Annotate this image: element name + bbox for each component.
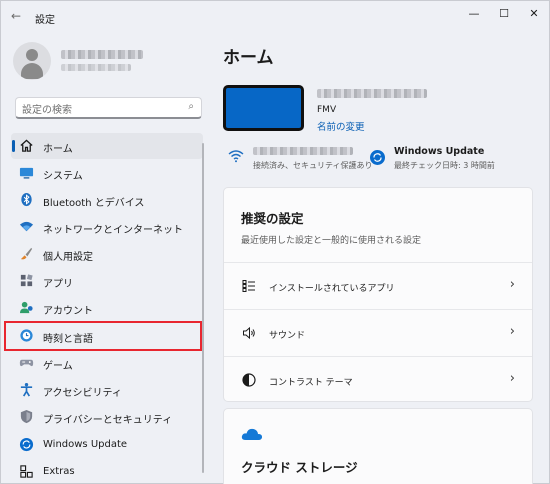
sidebar-item-apps[interactable]: アプリ [11, 268, 203, 294]
sidebar-item-label: アカウント [43, 306, 93, 317]
sidebar-item-label: システム [43, 171, 83, 182]
avatar-body-shape [21, 63, 43, 79]
windows-update-status-icon [370, 150, 385, 165]
home-icon [20, 139, 33, 152]
rec-row-label: インストールされているアプリ [269, 284, 395, 294]
sidebar-item-label: 個人用設定 [43, 252, 93, 263]
cloud-storage-title: クラウド ストレージ [241, 460, 358, 475]
sidebar-item-label: Bluetooth とデバイス [43, 198, 145, 209]
bluetooth-icon [21, 192, 32, 207]
title-bar: ← 設定 — ☐ ✕ [1, 1, 549, 33]
close-button[interactable]: ✕ [519, 5, 549, 25]
extras-icon [20, 465, 33, 478]
chevron-right-icon: › [509, 371, 515, 386]
maximize-button[interactable]: ☐ [489, 5, 519, 25]
cloud-storage-card: クラウド ストレージ [223, 408, 533, 484]
sidebar-item-label: ゲーム [43, 361, 73, 372]
rec-row-label: コントラスト テーマ [269, 378, 353, 388]
windows-update-icon [19, 437, 34, 452]
search-icon[interactable]: ⌕ [188, 101, 194, 112]
network-status: 接続済み、セキュリティ保護あり [253, 161, 373, 170]
account-icon [19, 301, 33, 314]
sidebar-item-label: Windows Update [43, 439, 128, 450]
installed-apps-icon [242, 280, 255, 292]
sidebar-item-home[interactable]: ホーム [11, 133, 203, 159]
sidebar-item-label: Extras [43, 466, 75, 477]
sidebar-item-personalization[interactable]: 個人用設定 [11, 241, 203, 267]
avatar-head-shape [26, 49, 38, 61]
sidebar-item-gaming[interactable]: ゲーム [11, 350, 203, 376]
sidebar-item-label: ネットワークとインターネット [43, 225, 183, 236]
recommended-title: 推奨の設定 [241, 211, 304, 226]
avatar[interactable] [13, 42, 51, 80]
sidebar-item-label: ホーム [43, 144, 73, 155]
recommended-subtitle: 最近使用した設定と一般的に使用される設定 [241, 236, 422, 246]
paintbrush-icon [20, 247, 33, 260]
device-name-redacted [317, 89, 427, 98]
highlight-annotation-box [4, 321, 202, 351]
wifi-network-icon [19, 221, 34, 232]
app-title: 設定 [35, 15, 55, 26]
search-input[interactable] [16, 101, 176, 120]
device-model: FMV [317, 105, 337, 115]
device-thumbnail [223, 85, 304, 131]
speaker-icon [243, 326, 255, 340]
minimize-button[interactable]: — [459, 5, 489, 25]
rec-row-installed-apps[interactable]: インストールされているアプリ › [224, 262, 532, 309]
sidebar-item-bluetooth[interactable]: Bluetooth とデバイス [11, 187, 203, 213]
accessibility-icon [20, 382, 33, 397]
apps-icon [20, 274, 33, 287]
rec-row-contrast-themes[interactable]: コントラスト テーマ › [224, 356, 532, 403]
settings-window: ← 設定 — ☐ ✕ ⌕ ホーム システム Bluetooth と [0, 0, 550, 484]
active-indicator [12, 140, 15, 152]
sidebar-scrollbar[interactable] [202, 143, 204, 473]
sidebar-item-windows-update[interactable]: Windows Update [11, 432, 203, 458]
system-monitor-icon [19, 167, 34, 179]
network-name-redacted [253, 147, 353, 155]
sidebar-item-system[interactable]: システム [11, 160, 203, 186]
search-box[interactable]: ⌕ [15, 97, 202, 120]
chevron-right-icon: › [509, 277, 515, 292]
sidebar-item-extras[interactable]: Extras [11, 459, 203, 484]
device-screen [226, 88, 301, 128]
onedrive-cloud-icon [241, 428, 263, 440]
shield-icon [20, 409, 33, 424]
recommended-settings-card: 推奨の設定 最近使用した設定と一般的に使用される設定 インストールされているアプ… [223, 187, 533, 402]
wifi-icon [228, 150, 244, 163]
sidebar-item-accessibility[interactable]: アクセシビリティ [11, 377, 203, 403]
sidebar-item-label: プライバシーとセキュリティ [43, 415, 173, 426]
back-arrow-icon[interactable]: ← [11, 9, 21, 23]
sidebar-item-label: アクセシビリティ [43, 388, 122, 399]
windows-update-title[interactable]: Windows Update [394, 146, 484, 157]
rec-row-label: サウンド [269, 331, 306, 341]
user-email-redacted [61, 64, 131, 71]
sidebar-item-accounts[interactable]: アカウント [11, 295, 203, 321]
user-name-redacted [61, 50, 143, 59]
rename-link[interactable]: 名前の変更 [317, 119, 365, 133]
gamepad-icon [19, 359, 34, 367]
page-title: ホーム [223, 48, 274, 68]
sidebar-item-network[interactable]: ネットワークとインターネット [11, 214, 203, 240]
windows-update-last-check: 最終チェック日時: 3 時間前 [394, 161, 495, 170]
sidebar-item-label: アプリ [43, 279, 73, 290]
sidebar-item-privacy[interactable]: プライバシーとセキュリティ [11, 404, 203, 430]
contrast-icon [242, 373, 256, 387]
rec-row-sound[interactable]: サウンド › [224, 309, 532, 356]
chevron-right-icon: › [509, 324, 515, 339]
